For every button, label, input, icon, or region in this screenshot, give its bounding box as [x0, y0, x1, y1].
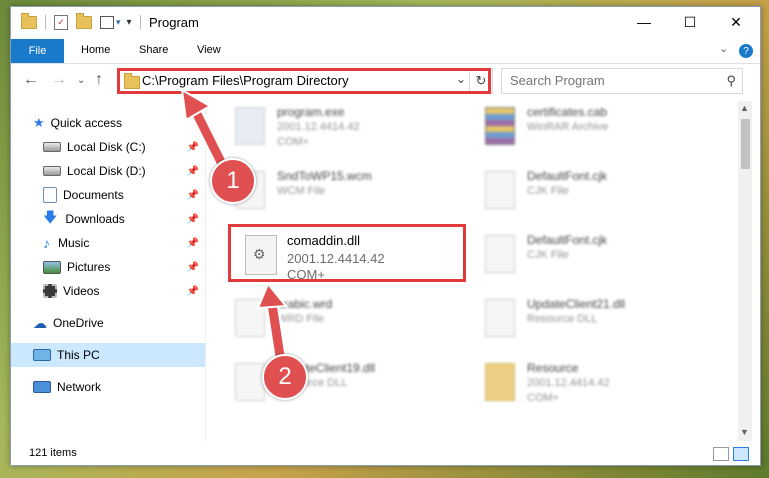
- arrow-2: [256, 282, 288, 363]
- step-1-badge: 1: [210, 158, 256, 204]
- annotation-arrows: [180, 88, 288, 363]
- step-2-badge: 2: [262, 354, 308, 400]
- arrow-1: [180, 88, 233, 179]
